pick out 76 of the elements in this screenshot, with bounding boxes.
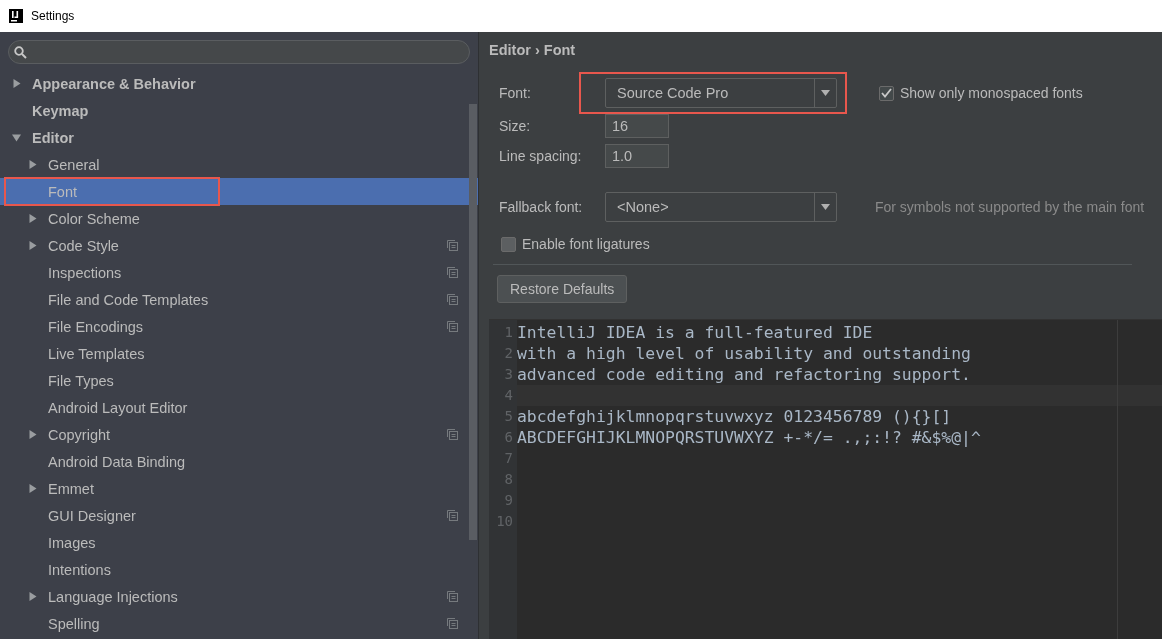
code-line: abcdefghijklmnopqrstuvwxyz 0123456789 (){}[]	[517, 407, 952, 426]
search-icon	[14, 45, 27, 59]
tree-item-label: Live Templates	[48, 345, 146, 362]
code-line: ABCDEFGHIJKLMNOPQRSTUVWXYZ +-*/= .,;:!? #&$%@|^	[517, 428, 981, 447]
collapsed-arrow-icon[interactable]	[28, 430, 37, 439]
tree-item[interactable]: Android Data Binding	[0, 448, 478, 475]
tree-item-label: Emmet	[48, 480, 95, 497]
tree-item-label: General	[48, 156, 101, 173]
tree-item-label: Appearance & Behavior	[32, 75, 197, 92]
checkbox[interactable]	[501, 236, 516, 252]
tree-item-label: Copyright	[48, 426, 112, 443]
line-spacing-field[interactable]: 1.0	[605, 144, 669, 168]
collapsed-arrow-icon[interactable]	[28, 160, 37, 169]
tree-item[interactable]: Code Style	[0, 232, 478, 259]
tree-item-label: Language Injections	[48, 588, 179, 605]
search-field[interactable]	[8, 40, 470, 64]
checkbox[interactable]	[878, 85, 894, 101]
collapsed-arrow-icon[interactable]	[28, 214, 37, 223]
tree-item[interactable]: Live Templates	[0, 340, 478, 367]
tree-item[interactable]: General	[0, 151, 478, 178]
breadcrumb: Editor › Font	[489, 42, 577, 58]
tree-item[interactable]: Intentions	[0, 556, 478, 583]
tree-item-label: File Encodings	[48, 318, 145, 335]
collapsed-arrow-icon[interactable]	[28, 241, 37, 250]
size-field[interactable]: 16	[605, 114, 669, 138]
font-dropdown[interactable]: Source Code Pro	[605, 78, 837, 108]
app-logo-icon	[9, 9, 23, 23]
tree-item[interactable]: Color Scheme	[0, 205, 478, 232]
tree-item[interactable]: File Encodings	[0, 313, 478, 340]
collapsed-arrow-icon[interactable]	[28, 592, 37, 601]
scrollbar-thumb[interactable]	[469, 104, 477, 540]
tree-item[interactable]: Android Layout Editor	[0, 394, 478, 421]
tree-item[interactable]: Images	[0, 529, 478, 556]
tree-item[interactable]: Inspections	[0, 259, 478, 286]
tree-item-label: Editor	[32, 129, 75, 146]
tree-item-label: Android Layout Editor	[48, 399, 189, 416]
field-label: Line spacing:	[499, 148, 582, 164]
tree-item-label: Intentions	[48, 561, 112, 578]
window-title: Settings	[31, 9, 75, 23]
tree-item[interactable]: File Types	[0, 367, 478, 394]
dropdown-arrow-icon	[821, 204, 830, 210]
checkbox-label: Enable font ligatures	[522, 236, 650, 252]
tree-item-label: Code Style	[48, 237, 120, 254]
hint-text: For symbols not supported by the main font	[874, 199, 1145, 215]
tree-item-label: Keymap	[32, 102, 90, 119]
tree-item[interactable]: Language Injections	[0, 583, 478, 610]
tree-item[interactable]: Copyright	[0, 421, 478, 448]
field-label: Fallback font:	[499, 199, 583, 215]
code-line: with a high level of usability and outstanding	[517, 344, 971, 363]
tree-item[interactable]: Keymap	[0, 97, 478, 124]
tree-item-label: Spelling	[48, 615, 101, 632]
tree-item-label: Android Data Binding	[48, 453, 187, 470]
expanded-arrow-icon[interactable]	[12, 133, 21, 142]
tree-item[interactable]: GUI Designer	[0, 502, 478, 529]
tree-item[interactable]: Editor	[0, 124, 478, 151]
fallback-font-dropdown[interactable]: <None>	[605, 192, 837, 222]
restore-defaults-button[interactable]: Restore Defaults	[497, 275, 628, 303]
tree-item-label: Font	[48, 183, 78, 200]
tree-item[interactable]: Spelling	[0, 610, 478, 637]
tree-item[interactable]: Appearance & Behavior	[0, 70, 478, 97]
tree-item-label: GUI Designer	[48, 507, 137, 524]
collapsed-arrow-icon[interactable]	[12, 79, 21, 88]
collapsed-arrow-icon[interactable]	[28, 484, 37, 493]
checkbox-label: Show only monospaced fonts	[899, 85, 1083, 101]
tree-item-label: Inspections	[48, 264, 123, 281]
tree-item-label: Color Scheme	[48, 210, 141, 227]
tree-item[interactable]: Emmet	[0, 475, 478, 502]
code-line: IntelliJ IDEA is a full-featured IDE	[517, 323, 873, 342]
dropdown-arrow-icon	[821, 90, 830, 96]
tree-item-label: Images	[48, 534, 97, 551]
tree-item-label: File Types	[48, 372, 115, 389]
field-label: Size:	[499, 118, 531, 134]
field-label: Font:	[499, 85, 531, 101]
tree-item-label: File and Code Templates	[48, 291, 210, 308]
code-line: advanced code editing and refactoring support.	[517, 365, 971, 384]
tree-item[interactable]: File and Code Templates	[0, 286, 478, 313]
